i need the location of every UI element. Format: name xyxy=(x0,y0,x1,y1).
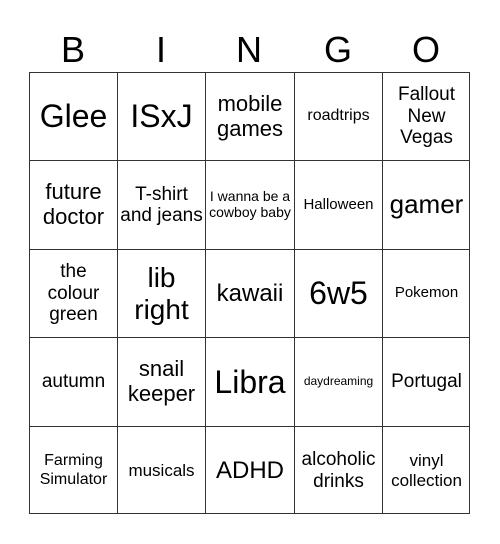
bingo-cell[interactable]: Glee xyxy=(30,73,118,161)
header-letter-b: B xyxy=(60,29,85,70)
bingo-cell-text: Portugal xyxy=(391,371,462,393)
bingo-cell[interactable]: Fallout New Vegas xyxy=(383,73,470,161)
bingo-cell-text: alcoholic drinks xyxy=(301,449,376,492)
bingo-cell[interactable]: alcoholic drinks xyxy=(295,427,383,514)
bingo-cell[interactable]: autumn xyxy=(30,338,118,427)
header-letter-i: I xyxy=(155,29,166,70)
bingo-cell-text: ISxJ xyxy=(130,98,193,135)
bingo-cell[interactable]: Farming Simulator xyxy=(30,427,118,514)
bingo-cell[interactable]: the colour green xyxy=(30,250,118,338)
bingo-cell-text: lib right xyxy=(134,261,189,325)
bingo-header: B I N G O xyxy=(29,28,470,72)
bingo-cell-text: I wanna be a cowboy baby xyxy=(209,188,291,220)
bingo-cell[interactable]: ADHD xyxy=(206,427,295,514)
bingo-cell-text: vinyl collection xyxy=(391,451,462,490)
bingo-cell-text: Fallout New Vegas xyxy=(397,84,456,149)
bingo-cell-text: T-shirt and jeans xyxy=(120,183,203,226)
header-letter-o: O xyxy=(411,29,440,70)
bingo-cell-text: mobile games xyxy=(216,90,284,141)
bingo-cell[interactable]: musicals xyxy=(118,427,206,514)
bingo-cell-text: Halloween xyxy=(303,195,374,213)
bingo-cell[interactable]: roadtrips xyxy=(295,73,383,161)
bingo-cell-text: Farming Simulator xyxy=(39,452,108,488)
bingo-cell-text: gamer xyxy=(389,189,464,220)
bingo-cell-text: roadtrips xyxy=(307,107,370,125)
bingo-cell[interactable]: kawaii xyxy=(206,250,295,338)
bingo-cell[interactable]: snail keeper xyxy=(118,338,206,427)
bingo-cell-text: Glee xyxy=(39,98,108,135)
bingo-cell[interactable]: future doctor xyxy=(30,161,118,250)
bingo-cell[interactable]: gamer xyxy=(383,161,470,250)
bingo-cell-text: Libra xyxy=(214,363,286,400)
bingo-cell[interactable]: daydreaming xyxy=(295,338,383,427)
bingo-cell[interactable]: Libra xyxy=(206,338,295,427)
bingo-cell-text: snail keeper xyxy=(127,356,196,406)
bingo-cell[interactable]: T-shirt and jeans xyxy=(118,161,206,250)
bingo-cell-text: daydreaming xyxy=(303,374,374,389)
bingo-cell[interactable]: 6w5 xyxy=(295,250,383,338)
bingo-cell[interactable]: Pokemon xyxy=(383,250,470,338)
bingo-cell-text: Pokemon xyxy=(394,284,459,302)
bingo-cell[interactable]: ISxJ xyxy=(118,73,206,161)
bingo-cell[interactable]: Portugal xyxy=(383,338,470,427)
bingo-cell[interactable]: Halloween xyxy=(295,161,383,250)
header-letter-g: G xyxy=(323,29,352,70)
bingo-cell-text: ADHD xyxy=(215,456,284,484)
bingo-cell-text: musicals xyxy=(128,460,195,480)
bingo-cell-text: future doctor xyxy=(42,179,105,229)
bingo-cell[interactable]: mobile games xyxy=(206,73,295,161)
bingo-cell-text: autumn xyxy=(41,371,106,393)
header-letter-n: N xyxy=(236,29,262,70)
bingo-cell[interactable]: lib right xyxy=(118,250,206,338)
bingo-card-grid: Glee ISxJ mobile games roadtrips Fallout New… xyxy=(29,72,470,514)
bingo-cell[interactable]: I wanna be a cowboy baby xyxy=(206,161,295,250)
bingo-cell-text: the colour green xyxy=(47,261,100,326)
bingo-cell[interactable]: vinyl collection xyxy=(383,427,470,514)
bingo-cell-text: kawaii xyxy=(216,279,284,307)
bingo-cell-text: 6w5 xyxy=(309,275,368,312)
